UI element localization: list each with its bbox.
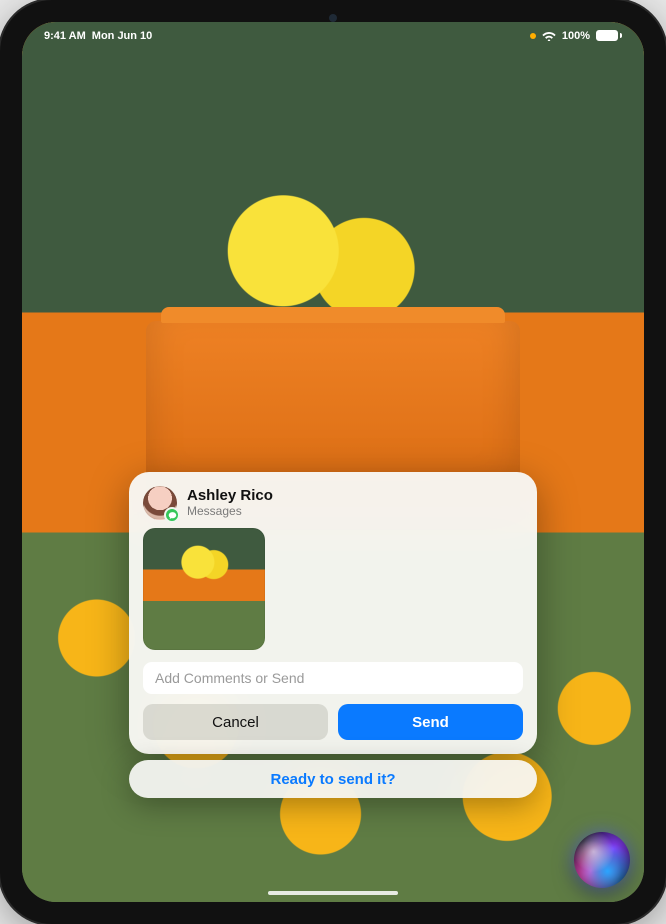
front-camera (329, 14, 337, 22)
attachment-thumbnail[interactable] (143, 528, 265, 650)
contact-app-label: Messages (187, 505, 273, 519)
status-date: Mon Jun 10 (92, 30, 153, 42)
share-preview-card: Ashley Rico Messages Cancel Send (129, 472, 537, 754)
home-indicator[interactable] (268, 891, 398, 895)
comment-input[interactable] (143, 662, 523, 694)
send-button[interactable]: Send (338, 704, 523, 740)
ipad-device-frame: 9:41 AM Mon Jun 10 100% (0, 0, 666, 924)
battery-icon (596, 30, 622, 41)
status-bar: 9:41 AM Mon Jun 10 100% (22, 22, 644, 46)
wifi-icon (542, 30, 556, 41)
battery-percent: 100% (562, 30, 590, 42)
status-time: 9:41 AM (44, 30, 86, 42)
siri-confirmation-prompt[interactable]: Ready to send it? (129, 760, 537, 798)
screen: 9:41 AM Mon Jun 10 100% (22, 22, 644, 902)
locating-indicator-icon (530, 33, 536, 39)
siri-orb-icon[interactable] (574, 832, 630, 888)
cancel-button[interactable]: Cancel (143, 704, 328, 740)
contact-avatar[interactable] (143, 486, 177, 520)
share-card-header: Ashley Rico Messages (143, 486, 523, 520)
contact-name: Ashley Rico (187, 487, 273, 504)
messages-app-badge-icon (164, 507, 180, 523)
